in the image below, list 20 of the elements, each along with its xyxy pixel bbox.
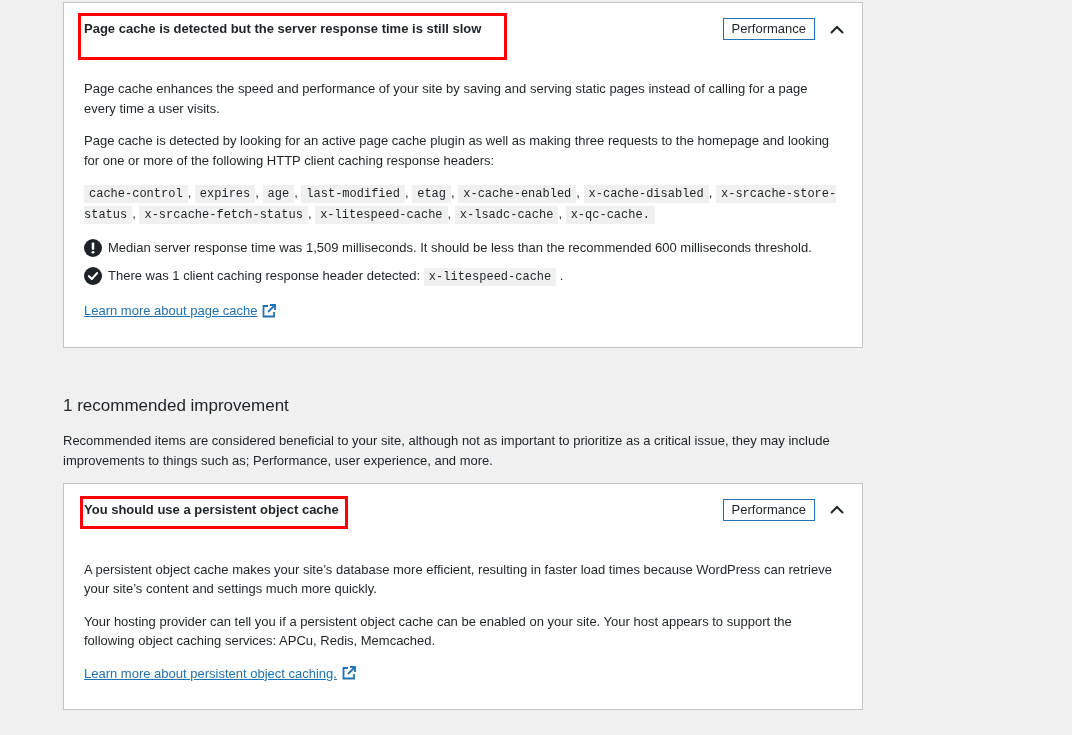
category-tag: Performance	[722, 498, 815, 521]
body-text: A persistent object cache makes your site’s database more efficient, resulting in faster load times because WordPress can retrieve your site’s content and settings much more quickly.	[84, 560, 833, 598]
result-text: There was 1 client caching response header detected: x-litespeed-cache .	[108, 266, 564, 287]
result-text: Median server response time was 1,509 milliseconds. It should be less than the recommended 600 milliseconds threshold.	[108, 239, 812, 257]
category-tag: Performance	[722, 18, 815, 40]
issue-title: You should use a persistent object cache	[84, 500, 339, 519]
warning-icon	[84, 238, 102, 257]
section-heading: 1 recommended improvement	[63, 394, 290, 417]
body-text: Your hosting provider can tell you if a persistent object cache can be enabled on your site. Your host appears to support the following object caching services: APCu, Redis, Memcached.	[84, 612, 793, 650]
body-text: Page cache is detected by looking for an active page cache plugin as well as making three requests to the homepage and looking for one or more of the following HTTP client caching response headers:	[84, 132, 831, 170]
chevron-up-icon[interactable]	[830, 505, 844, 514]
external-link-icon	[262, 303, 277, 318]
external-link-icon	[341, 666, 356, 681]
chevron-up-icon[interactable]	[830, 24, 844, 34]
learn-more-link[interactable]: Learn more about page cache	[84, 301, 277, 321]
issue-title: Page cache is detected but the server response time is still slow	[84, 20, 482, 38]
section-description: Recommended items are considered beneficial to your site, although not as important to prioritize as a critical issue, they may include improvements to things such as; Performance, user experience, and more.	[63, 431, 831, 470]
body-text: Page cache enhances the speed and performance of your site by saving and serving static pages instead of calling for a page every time a user visits.	[84, 80, 809, 118]
checkmark-icon	[84, 267, 102, 286]
learn-more-link[interactable]: Learn more about persistent object caching.	[84, 663, 356, 683]
